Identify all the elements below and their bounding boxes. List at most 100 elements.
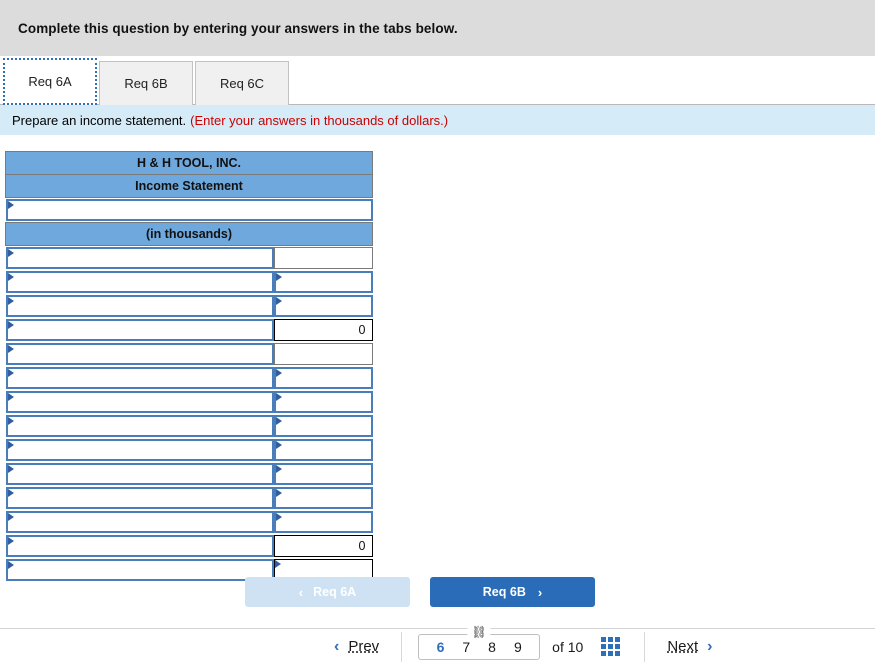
table-row: 0: [5, 318, 373, 342]
amount-input[interactable]: [273, 247, 373, 269]
amount-cell: [273, 462, 373, 486]
table-row: [5, 414, 373, 438]
label-cell: [5, 318, 274, 342]
table-row: [5, 366, 373, 390]
label-input[interactable]: [5, 295, 274, 317]
tab-req-6b[interactable]: Req 6B: [99, 61, 193, 105]
amount-value: 0: [358, 323, 366, 337]
amount-input[interactable]: [273, 439, 373, 461]
amount-input[interactable]: [273, 271, 373, 293]
page-number-7[interactable]: 7: [462, 639, 470, 655]
pager-prev-button[interactable]: ‹ Prev: [310, 638, 401, 656]
table-row: [5, 270, 373, 294]
label-cell: [5, 342, 274, 366]
amount-input[interactable]: [273, 343, 373, 365]
table-row: [5, 390, 373, 414]
label-input[interactable]: [5, 535, 274, 557]
table-row: [5, 342, 373, 366]
chain-link-icon: ⛓: [467, 625, 491, 638]
label-input[interactable]: [5, 247, 274, 269]
amount-input[interactable]: [273, 295, 373, 317]
tab-req-6a[interactable]: Req 6A: [3, 58, 97, 105]
amount-cell: [273, 294, 373, 318]
req-prev-chevron-icon: ‹: [298, 584, 304, 600]
label-cell: [5, 438, 274, 462]
amount-input[interactable]: 0: [273, 319, 373, 341]
tab-strip: Req 6A Req 6B Req 6C: [0, 56, 875, 105]
amount-input[interactable]: 0: [273, 535, 373, 557]
amount-cell: [273, 246, 373, 271]
amount-cell: [273, 366, 373, 390]
label-input[interactable]: [5, 319, 274, 341]
label-input[interactable]: [5, 391, 274, 413]
tab-req-6b-label: Req 6B: [124, 76, 168, 91]
amount-cell: 0: [273, 534, 373, 558]
req-prev-button[interactable]: ‹ Req 6A: [245, 577, 410, 607]
label-cell: [5, 390, 274, 414]
statement-title-cell: Income Statement: [5, 174, 373, 198]
label-input[interactable]: [5, 415, 274, 437]
pager-divider-left: [401, 631, 403, 662]
label-input[interactable]: [5, 487, 274, 509]
label-cell: [5, 534, 274, 558]
table-row: [5, 246, 373, 271]
amount-cell: [273, 342, 373, 366]
label-cell: [5, 294, 274, 318]
label-cell: [5, 366, 274, 390]
income-statement-body: H & H TOOL, INC. Income Statement (in th…: [5, 151, 373, 246]
pagination-bar: ‹ Prev ⛓ 6 7 8 9 of 10 Next ›: [0, 625, 875, 664]
tab-req-6a-label: Req 6A: [28, 74, 72, 89]
amount-cell: [273, 390, 373, 414]
table-row-period: [5, 198, 373, 223]
label-cell: [5, 510, 274, 534]
page-number-box: ⛓ 6 7 8 9: [418, 625, 541, 660]
table-row-units: (in thousands): [5, 222, 373, 246]
instruction-banner-text: Complete this question by entering your …: [18, 20, 458, 36]
amount-cell: [273, 438, 373, 462]
tab-req-6c-label: Req 6C: [219, 76, 265, 91]
req-next-button[interactable]: Req 6B ›: [430, 577, 595, 607]
label-cell: [5, 414, 274, 438]
page-number-6[interactable]: 6: [437, 639, 445, 655]
amount-cell: [273, 270, 373, 294]
label-input[interactable]: [5, 463, 274, 485]
label-input[interactable]: [5, 439, 274, 461]
income-statement-entry-rows: 00: [5, 246, 373, 583]
pager-prev-label: Prev: [348, 638, 380, 655]
page-number-8[interactable]: 8: [488, 639, 496, 655]
tab-req-6c[interactable]: Req 6C: [195, 61, 289, 105]
pager-next-button[interactable]: Next ›: [645, 638, 734, 656]
label-cell: [5, 486, 274, 510]
table-row: [5, 438, 373, 462]
requirement-bar: Prepare an income statement. (Enter your…: [0, 105, 875, 135]
amount-input[interactable]: [273, 511, 373, 533]
label-input[interactable]: [5, 559, 274, 581]
grid-view-icon[interactable]: [601, 637, 621, 656]
period-input[interactable]: [5, 199, 373, 221]
amount-input[interactable]: [273, 463, 373, 485]
requirement-text: Prepare an income statement.: [12, 112, 187, 128]
amount-input[interactable]: [273, 367, 373, 389]
label-cell: [5, 558, 274, 582]
pager-next-chevron-icon: ›: [707, 637, 713, 655]
table-row: [5, 294, 373, 318]
label-input[interactable]: [5, 511, 274, 533]
amount-input[interactable]: [273, 415, 373, 437]
req-next-label: Req 6B: [482, 585, 526, 599]
amount-input[interactable]: [273, 391, 373, 413]
label-input[interactable]: [5, 271, 274, 293]
table-row: [5, 462, 373, 486]
amount-cell: [273, 414, 373, 438]
pager-next-label: Next: [667, 638, 699, 655]
amount-value: 0: [358, 539, 366, 553]
page-number-9[interactable]: 9: [514, 639, 522, 655]
req-prev-label: Req 6A: [313, 585, 357, 599]
amount-input[interactable]: [273, 487, 373, 509]
table-row: [5, 510, 373, 534]
label-input[interactable]: [5, 343, 274, 365]
label-cell: [5, 462, 274, 486]
period-cell: [5, 198, 373, 223]
requirement-nav: ‹ Req 6A Req 6B ›: [245, 577, 595, 607]
label-input[interactable]: [5, 367, 274, 389]
amount-cell: 0: [273, 318, 373, 342]
